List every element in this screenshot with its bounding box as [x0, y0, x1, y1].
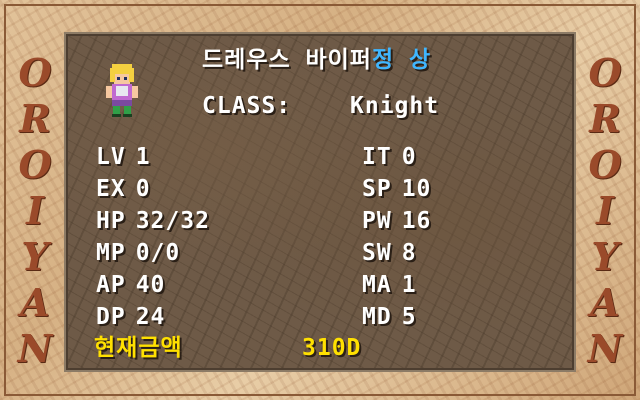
side-title-right: O R O I Y A N	[582, 50, 628, 372]
stat-value: 1	[135, 144, 151, 170]
side-title-letter: N	[587, 326, 623, 371]
stat-label: SP	[362, 176, 392, 202]
stat-dp: DP 24	[96, 301, 165, 333]
side-title-letter: A	[20, 280, 50, 325]
status-label: 정 상	[371, 47, 432, 73]
stat-label: IT	[362, 144, 392, 170]
character-status-screen: O R O I Y A N O R O I Y A N 드레우스 바이퍼정 상 …	[0, 0, 640, 400]
stat-label: MP	[96, 240, 126, 266]
stat-value: 1	[401, 272, 417, 298]
stat-mp: MP 0/0	[96, 237, 180, 269]
side-title-letter: O	[588, 50, 622, 95]
stat-pw: PW 16	[362, 205, 431, 237]
stat-label: AP	[96, 272, 126, 298]
stat-value: 0	[135, 176, 151, 202]
side-title-letter: R	[19, 96, 51, 141]
stat-value: 0	[401, 144, 417, 170]
stat-md: MD 5	[362, 301, 417, 333]
side-title-letter: O	[588, 142, 622, 187]
character-name-row: 드레우스 바이퍼정 상	[202, 44, 431, 76]
class-value: Knight	[350, 93, 440, 119]
character-name: 드레우스 바이퍼	[202, 47, 372, 73]
stat-lv: LV 1	[96, 141, 151, 173]
stat-label: HP	[96, 208, 126, 234]
stat-sp: SP 10	[362, 173, 431, 205]
stat-hp: HP 32/32	[96, 205, 210, 237]
knight-avatar-icon	[106, 64, 138, 117]
stat-label: EX	[96, 176, 126, 202]
stat-ex: EX 0	[96, 173, 151, 205]
stat-label: PW	[362, 208, 392, 234]
stat-value: 0/0	[135, 240, 181, 266]
side-title-letter: N	[17, 326, 53, 371]
stat-label: SW	[362, 240, 392, 266]
class-label: CLASS:	[202, 93, 292, 119]
stat-ap: AP 40	[96, 269, 165, 301]
stat-sw: SW 8	[362, 237, 417, 269]
stat-value: 32/32	[135, 208, 210, 234]
stat-label: DP	[96, 304, 126, 330]
side-title-letter: O	[18, 142, 52, 187]
stat-value: 24	[135, 304, 166, 330]
stat-label: MA	[362, 272, 392, 298]
stat-ma: MA 1	[362, 269, 417, 301]
stat-value: 8	[401, 240, 417, 266]
stat-value: 5	[401, 304, 417, 330]
money-value: 310D	[302, 335, 362, 361]
stat-value: 40	[135, 272, 166, 298]
side-title-letter: A	[590, 280, 620, 325]
side-title-letter: O	[18, 50, 52, 95]
stat-label: MD	[362, 304, 392, 330]
side-title-letter: Y	[591, 234, 619, 279]
money-label: 현재금액	[94, 335, 183, 361]
stat-value: 16	[401, 208, 432, 234]
side-title-letter: R	[589, 96, 621, 141]
side-title-letter: Y	[21, 234, 49, 279]
side-title-letter: I	[26, 188, 44, 233]
side-title-letter: I	[596, 188, 614, 233]
stat-label: LV	[96, 144, 126, 170]
stat-value: 10	[401, 176, 432, 202]
side-title-left: O R O I Y A N	[12, 50, 58, 372]
stat-it: IT 0	[362, 141, 417, 173]
